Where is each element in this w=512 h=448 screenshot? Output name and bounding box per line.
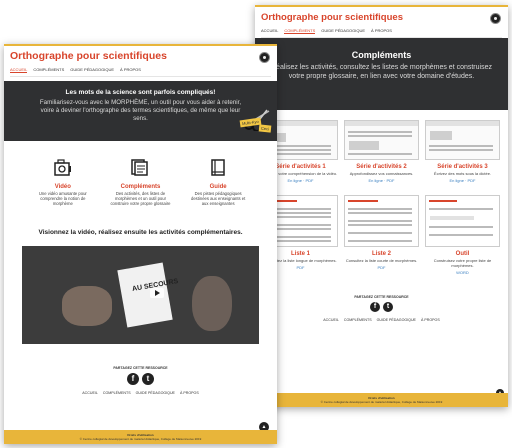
tool-thumbnail[interactable]: [425, 195, 500, 247]
footer-copyright: © Centre collégial de développement de m…: [320, 400, 443, 404]
paper-tag: Ceci: [258, 124, 272, 133]
footer-copyright: © Centre collégial de développement de m…: [79, 437, 202, 441]
complements-page: Orthographe pour scientifiques ACCUEIL C…: [255, 5, 508, 407]
card-title: Série d'activités 3: [437, 164, 488, 170]
card-link[interactable]: En ligne · PDF: [344, 178, 419, 183]
footer-bar: Droits d'utilisation © Centre collégial …: [255, 393, 508, 407]
nav-complements[interactable]: COMPLÉMENTS: [284, 28, 316, 34]
card-desc: Construisez votre propre liste de morphè…: [433, 258, 492, 268]
main-nav: ACCUEIL COMPLÉMENTS GUIDE PÉDAGOGIQUE À …: [10, 67, 271, 77]
card-desc: Écrivez des mots sous la dictée.: [433, 171, 492, 176]
share-icons: f t: [4, 372, 277, 385]
feature-desc: Des pistes pédagogiques destinées aux en…: [191, 191, 246, 207]
facebook-icon[interactable]: f: [127, 372, 139, 385]
nav-guide[interactable]: GUIDE PÉDAGOGIQUE: [70, 67, 114, 73]
share-title: PARTAGEZ CETTE RESSOURCE: [113, 365, 168, 370]
hero-subtitle: Familiarisez-vous avec le MORPHÈME, un o…: [39, 99, 242, 122]
site-title[interactable]: Orthographe pour scientifiques: [10, 51, 271, 62]
activity-thumbnail[interactable]: [425, 120, 500, 160]
footer-nav: ACCUEIL COMPLÉMENTS GUIDE PÉDAGOGIQUE À …: [255, 318, 508, 322]
tool-card[interactable]: Outil Construisez votre propre liste de …: [425, 195, 500, 275]
feature-desc: Des activités, des listes de morphèmes e…: [110, 191, 171, 207]
college-logo-icon[interactable]: [259, 52, 270, 63]
footer-nav-complements[interactable]: COMPLÉMENTS: [344, 318, 372, 322]
video-frame-hand: [62, 285, 112, 326]
footer-nav: ACCUEIL COMPLÉMENTS GUIDE PÉDAGOGIQUE À …: [4, 391, 277, 395]
footer-nav-guide[interactable]: GUIDE PÉDAGOGIQUE: [377, 318, 416, 322]
card-title: Liste 2: [371, 251, 391, 257]
camera-icon: [54, 159, 71, 176]
twitter-icon[interactable]: t: [142, 372, 154, 385]
hero-banner: Compléments Réalisez les activités, cons…: [255, 38, 508, 110]
nav-complements[interactable]: COMPLÉMENTS: [33, 67, 64, 73]
mockup-stage: Orthographe pour scientifiques ACCUEIL C…: [0, 0, 512, 448]
card-desc: Approfondissez vos connaissances.: [349, 171, 414, 176]
header: Orthographe pour scientifiques ACCUEIL C…: [4, 44, 277, 77]
share-section: PARTAGEZ CETTE RESSOURCE f t ACCUEIL COM…: [4, 366, 277, 395]
footer-bar: Droits d'utilisation © Centre collégial …: [4, 430, 277, 444]
feature-complements[interactable]: Compléments Des activités, des listes de…: [109, 159, 171, 207]
video-heading: Visionnez la vidéo, réalisez ensuite les…: [38, 228, 243, 236]
home-page: Orthographe pour scientifiques ACCUEIL C…: [4, 44, 277, 444]
site-title[interactable]: Orthographe pour scientifiques: [261, 12, 502, 23]
feature-title: Guide: [209, 184, 227, 190]
college-logo-icon[interactable]: [490, 13, 501, 24]
card-link[interactable]: WORD: [425, 270, 500, 275]
twitter-icon[interactable]: t: [383, 302, 393, 312]
footer-nav-accueil[interactable]: ACCUEIL: [82, 391, 98, 395]
nav-a-propos[interactable]: À PROPOS: [371, 28, 392, 34]
footer-nav-complements[interactable]: COMPLÉMENTS: [103, 391, 131, 395]
list-card-2[interactable]: Liste 2 Consultez la liste courte de mor…: [344, 195, 419, 275]
footer-nav-guide[interactable]: GUIDE PÉDAGOGIQUE: [136, 391, 175, 395]
nav-a-propos[interactable]: À PROPOS: [120, 67, 141, 73]
main-nav: ACCUEIL COMPLÉMENTS GUIDE PÉDAGOGIQUE À …: [261, 28, 502, 38]
nav-guide[interactable]: GUIDE PÉDAGOGIQUE: [321, 28, 365, 34]
footer-nav-accueil[interactable]: ACCUEIL: [323, 318, 339, 322]
header: Orthographe pour scientifiques ACCUEIL C…: [255, 5, 508, 38]
share-title: PARTAGEZ CETTE RESSOURCE: [354, 295, 409, 299]
share-icons: f t: [255, 302, 508, 312]
feature-video[interactable]: Vidéo Une vidéo amusante pour comprendre…: [32, 159, 94, 207]
activities-grid: Série d'activités 1 Vérifiez votre compr…: [255, 110, 508, 183]
hero-subtitle: Réalisez les activités, consultez les li…: [271, 64, 492, 80]
card-link[interactable]: PDF: [344, 265, 419, 270]
footer-nav-a-propos[interactable]: À PROPOS: [180, 391, 199, 395]
list-thumbnail[interactable]: [344, 195, 419, 247]
video-frame-hand: [192, 275, 232, 331]
feature-title: Compléments: [120, 184, 161, 190]
activity-card-2[interactable]: Série d'activités 2 Approfondissez vos c…: [344, 120, 419, 183]
footer-nav-a-propos[interactable]: À PROPOS: [421, 318, 440, 322]
facebook-icon[interactable]: f: [370, 302, 380, 312]
video-player[interactable]: AU SECOURS: [22, 245, 259, 344]
documents-icon: [131, 159, 149, 176]
hero-banner: Les mots de la science sont parfois comp…: [4, 81, 277, 141]
video-frame-paper: [117, 262, 173, 328]
features-row: Vidéo Une vidéo amusante pour comprendre…: [4, 141, 277, 207]
feature-title: Vidéo: [54, 184, 71, 190]
activity-card-3[interactable]: Série d'activités 3 Écrivez des mots sou…: [425, 120, 500, 183]
feature-guide[interactable]: Guide Des pistes pédagogiques destinées …: [187, 159, 249, 207]
card-desc: Consultez la liste courte de morphèmes.: [345, 258, 418, 263]
activity-thumbnail[interactable]: [344, 120, 419, 160]
share-section: PARTAGEZ CETTE RESSOURCE f t ACCUEIL COM…: [255, 295, 508, 322]
hero-title: Les mots de la science sont parfois comp…: [65, 89, 216, 96]
card-link[interactable]: En ligne · PDF: [425, 178, 500, 183]
play-button-icon[interactable]: [150, 287, 164, 298]
nav-accueil[interactable]: ACCUEIL: [261, 28, 278, 34]
nav-accueil[interactable]: ACCUEIL: [10, 67, 28, 73]
lists-grid: Liste 1 Consultez la liste longue de mor…: [255, 183, 508, 275]
hero-title: Compléments: [351, 50, 412, 60]
feature-desc: Une vidéo amusante pour comprendre la no…: [38, 191, 87, 207]
book-icon: [211, 159, 225, 176]
card-title: Série d'activités 2: [356, 164, 407, 170]
card-title: Outil: [455, 251, 470, 257]
